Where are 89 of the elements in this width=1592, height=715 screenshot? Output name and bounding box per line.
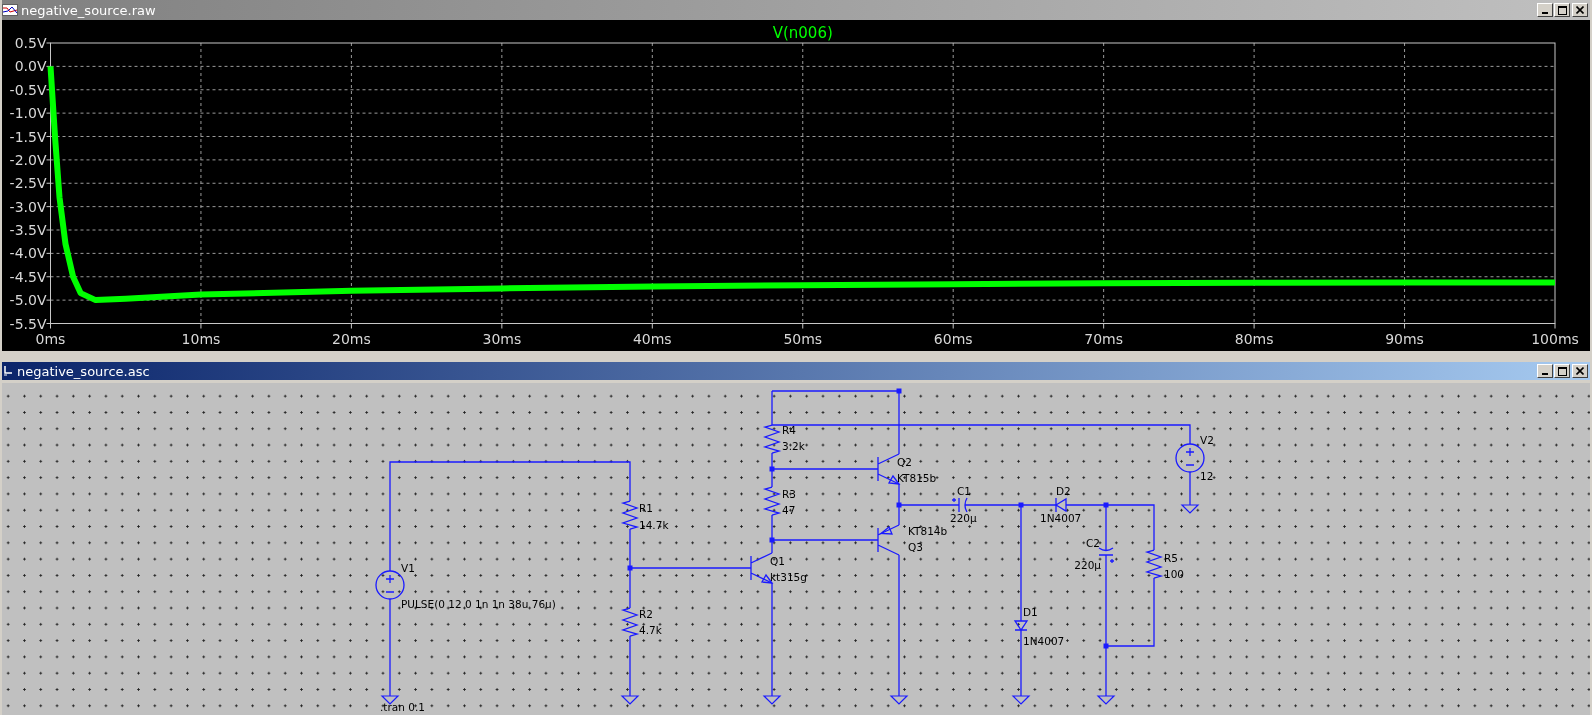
- component-value: 47: [782, 504, 796, 516]
- capacitor-symbol[interactable]: [951, 497, 968, 513]
- component-label: C1: [957, 485, 971, 497]
- y-tick-label: -1.0V: [9, 105, 47, 122]
- maximize-icon: [1557, 5, 1567, 15]
- y-tick-label: -4.0V: [9, 245, 47, 262]
- component-value: kt315g: [770, 571, 807, 583]
- component-label: R3: [782, 488, 796, 500]
- trace-label[interactable]: V(n006): [772, 24, 833, 42]
- window-title: negative_source.asc: [17, 363, 151, 379]
- voltage-source-symbol[interactable]: [1175, 443, 1205, 473]
- window-title: negative_source.raw: [21, 2, 157, 18]
- x-tick-label: 20ms: [332, 331, 371, 347]
- component-value: 100: [1164, 568, 1185, 580]
- y-tick-label: -0.5V: [9, 81, 47, 98]
- y-tick-label: -2.5V: [9, 175, 47, 192]
- component-label: R5: [1164, 552, 1178, 564]
- component-label: V2: [1200, 434, 1214, 446]
- y-tick-label: -3.0V: [9, 198, 47, 215]
- close-button[interactable]: [1572, 3, 1588, 17]
- close-icon: [1576, 6, 1584, 14]
- x-tick-label: 90ms: [1385, 331, 1424, 347]
- maximize-icon: [1557, 366, 1567, 376]
- component-label: D2: [1056, 485, 1071, 497]
- x-tick-label: 80ms: [1234, 331, 1274, 347]
- ground-symbol: [1180, 504, 1200, 514]
- x-tick-label: 40ms: [632, 331, 672, 347]
- component-value: 4.7k: [639, 624, 662, 636]
- x-tick-label: 70ms: [1084, 331, 1124, 347]
- component-value: 14.7k: [639, 519, 669, 531]
- x-tick-label: 100ms: [1531, 331, 1579, 347]
- component-label: Q1: [770, 555, 785, 567]
- wire: [1189, 471, 1191, 506]
- ground-symbol: [380, 695, 400, 705]
- x-tick-label: 10ms: [181, 331, 221, 347]
- voltage-source-symbol[interactable]: [375, 570, 405, 600]
- ground-symbol: [1096, 695, 1116, 705]
- y-tick-label: -4.5V: [9, 268, 47, 285]
- component-label: D1: [1023, 606, 1038, 618]
- ground-symbol: [762, 695, 782, 705]
- y-tick-label: 0.5V: [14, 35, 47, 51]
- x-tick-label: 60ms: [933, 331, 973, 347]
- x-tick-label: 0ms: [35, 331, 66, 347]
- component-value: KT814b: [908, 525, 948, 537]
- spice-directive[interactable]: .tran 0.1: [380, 701, 425, 713]
- ground-symbol: [1011, 695, 1031, 705]
- component-label: C2: [1086, 537, 1100, 549]
- maximize-button[interactable]: [1554, 3, 1570, 17]
- y-tick-label: -5.5V: [9, 315, 47, 332]
- ground-symbol: [889, 695, 909, 705]
- diode-symbol[interactable]: [1055, 497, 1067, 513]
- component-label: Q3: [908, 541, 923, 553]
- component-label: R2: [639, 608, 653, 620]
- y-tick-label: -2.0V: [9, 151, 47, 168]
- component-value: 1N4007: [1023, 635, 1065, 647]
- component-value: 220µ: [950, 512, 977, 524]
- diode-symbol[interactable]: [1013, 620, 1028, 631]
- component-label: Q2: [897, 456, 912, 468]
- y-tick-label: 0.0V: [14, 58, 47, 75]
- x-tick-label: 50ms: [783, 331, 823, 347]
- wire: [1020, 629, 1022, 697]
- component-value: 12: [1200, 470, 1214, 482]
- ground-symbol: [620, 695, 640, 705]
- resistor-symbol[interactable]: [762, 424, 782, 454]
- component-label: R4: [782, 424, 796, 436]
- component-value: 3.2k: [782, 440, 805, 452]
- minimize-button[interactable]: [1537, 3, 1553, 17]
- y-tick-label: -1.5V: [9, 128, 47, 145]
- resistor-symbol[interactable]: [620, 607, 640, 637]
- wire: [629, 635, 631, 697]
- component-value: 1N4007: [1040, 512, 1082, 524]
- resistor-symbol[interactable]: [620, 500, 640, 530]
- y-tick-label: -3.5V: [9, 222, 47, 238]
- schematic-icon: [2, 365, 14, 377]
- waveform-icon: [2, 4, 18, 16]
- component-value: PULSE(0 12 0 1n 1n 38u 76u): [401, 598, 556, 610]
- component-value: 220µ: [1074, 559, 1101, 571]
- close-button[interactable]: [1572, 364, 1588, 378]
- resistor-symbol[interactable]: [762, 486, 782, 516]
- component-label: R1: [639, 502, 653, 514]
- component-label: V1: [401, 562, 415, 574]
- minimize-button[interactable]: [1537, 364, 1553, 378]
- pnp-transistor-symbol[interactable]: [877, 524, 900, 556]
- resistor-symbol[interactable]: [1144, 549, 1164, 579]
- close-icon: [1576, 367, 1584, 375]
- component-value: KT815b: [897, 472, 937, 484]
- x-tick-label: 30ms: [482, 331, 522, 347]
- maximize-button[interactable]: [1554, 364, 1570, 378]
- y-tick-label: -5.0V: [9, 292, 47, 309]
